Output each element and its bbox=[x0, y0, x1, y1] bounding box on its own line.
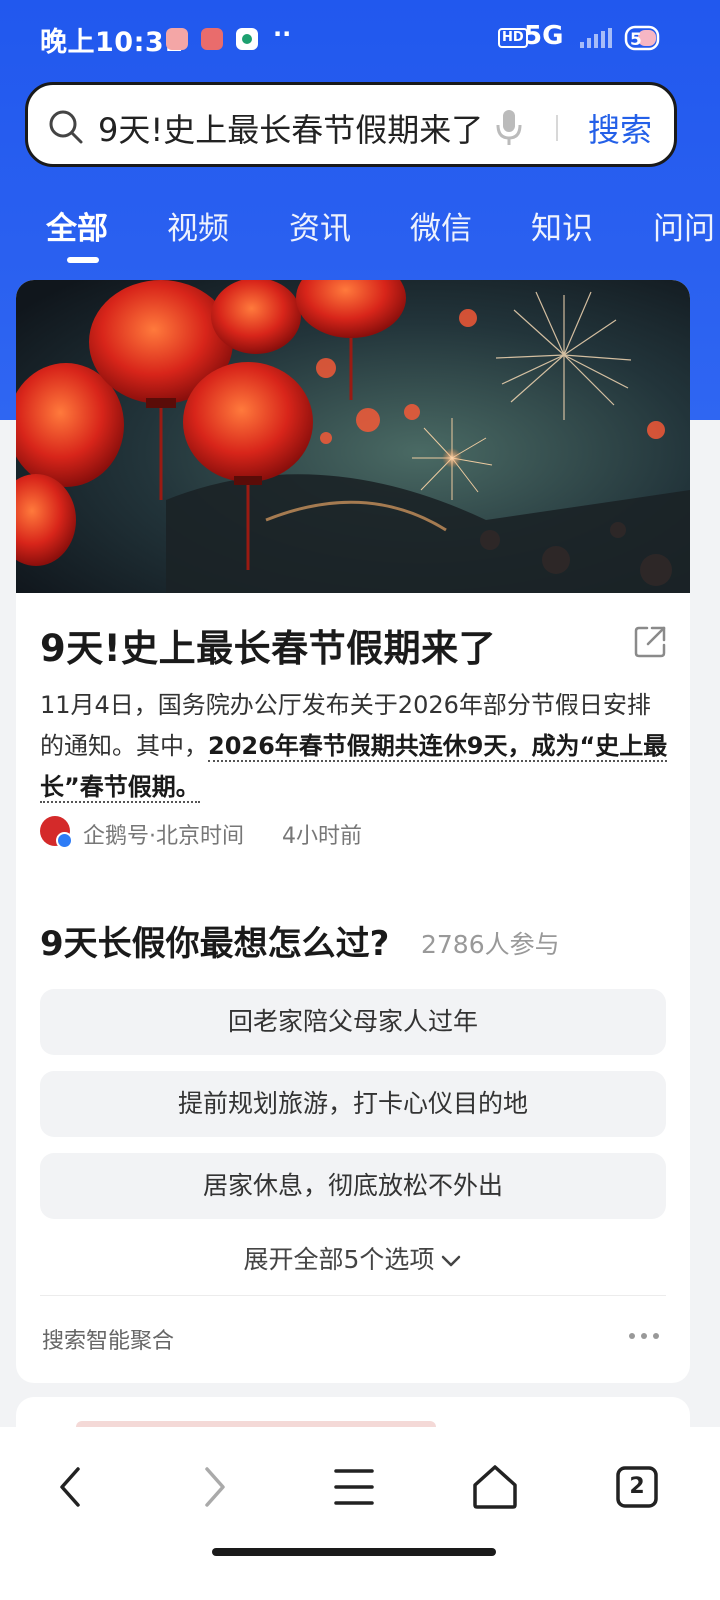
home-icon[interactable] bbox=[465, 1457, 525, 1517]
svg-text:5: 5 bbox=[630, 30, 642, 50]
hero-image[interactable] bbox=[16, 280, 690, 593]
notification-app-icon bbox=[201, 28, 223, 50]
tabs-button[interactable]: 2 bbox=[607, 1457, 667, 1517]
signal-icon bbox=[580, 28, 612, 48]
expand-options-button[interactable]: 展开全部5个选项 bbox=[16, 1240, 690, 1276]
poll-option[interactable]: 提前规划旅游，打卡心仪目的地 bbox=[40, 1071, 666, 1137]
notification-app-icon bbox=[236, 28, 258, 50]
result-card: 9天!史上最长春节假期来了 11月4日，国务院办公厅发布关于2026年部分节假日… bbox=[16, 280, 690, 1383]
gesture-bar bbox=[212, 1548, 496, 1556]
tab-video[interactable]: 视频 bbox=[167, 203, 229, 248]
status-time: 晚上10:31 bbox=[40, 27, 184, 58]
aggregation-label: 搜索智能聚合 bbox=[42, 1329, 175, 1354]
category-tabs: 全部 视频 资讯 微信 知识 问问 bbox=[0, 195, 720, 265]
article-summary[interactable]: 11月4日，国务院办公厅发布关于2026年部分节假日安排的通知。其中，2026年… bbox=[40, 685, 670, 808]
microphone-icon[interactable] bbox=[494, 107, 524, 147]
tab-wechat[interactable]: 微信 bbox=[410, 203, 472, 248]
search-box[interactable]: 9天!史上最长春节假期来了 搜索 bbox=[25, 82, 677, 167]
external-link-icon[interactable] bbox=[632, 624, 668, 660]
tabs-count: 2 bbox=[629, 1474, 645, 1499]
chevron-down-icon bbox=[442, 1255, 461, 1267]
bottom-navigation: 2 bbox=[0, 1427, 720, 1600]
tab-ask[interactable]: 问问 bbox=[653, 203, 715, 248]
status-bar: 晚上10:31 ·· HD 5G 5 bbox=[0, 0, 720, 78]
expand-label: 展开全部5个选项 bbox=[243, 1245, 435, 1274]
source-name: 企鹅号·北京时间 bbox=[83, 824, 244, 849]
menu-icon[interactable] bbox=[324, 1457, 384, 1517]
back-icon[interactable] bbox=[42, 1457, 102, 1517]
tab-news[interactable]: 资讯 bbox=[289, 203, 351, 248]
notification-app-icon bbox=[166, 28, 188, 50]
search-divider bbox=[556, 115, 558, 141]
tab-all[interactable]: 全部 bbox=[46, 203, 108, 248]
source-avatar bbox=[40, 816, 73, 849]
forward-icon[interactable] bbox=[183, 1457, 243, 1517]
more-notifications-icon: ·· bbox=[273, 20, 292, 48]
battery-icon: 5 bbox=[624, 25, 660, 51]
search-icon bbox=[49, 110, 83, 144]
search-input[interactable]: 9天!史上最长春节假期来了 bbox=[98, 105, 498, 151]
publish-time: 4小时前 bbox=[282, 824, 362, 849]
poll-option[interactable]: 回老家陪父母家人过年 bbox=[40, 989, 666, 1055]
poll-participants: 2786人参与 bbox=[421, 930, 560, 959]
tab-knowledge[interactable]: 知识 bbox=[531, 203, 593, 248]
search-button[interactable]: 搜索 bbox=[588, 105, 652, 151]
more-options-icon[interactable] bbox=[628, 1332, 660, 1340]
poll-option[interactable]: 居家休息，彻底放松不外出 bbox=[40, 1153, 666, 1219]
article-title[interactable]: 9天!史上最长春节假期来了 bbox=[40, 618, 496, 672]
poll-question: 9天长假你最想怎么过? bbox=[40, 924, 390, 964]
network-type: 5G bbox=[524, 21, 564, 51]
card-divider bbox=[40, 1295, 666, 1296]
active-tab-indicator bbox=[67, 257, 99, 263]
